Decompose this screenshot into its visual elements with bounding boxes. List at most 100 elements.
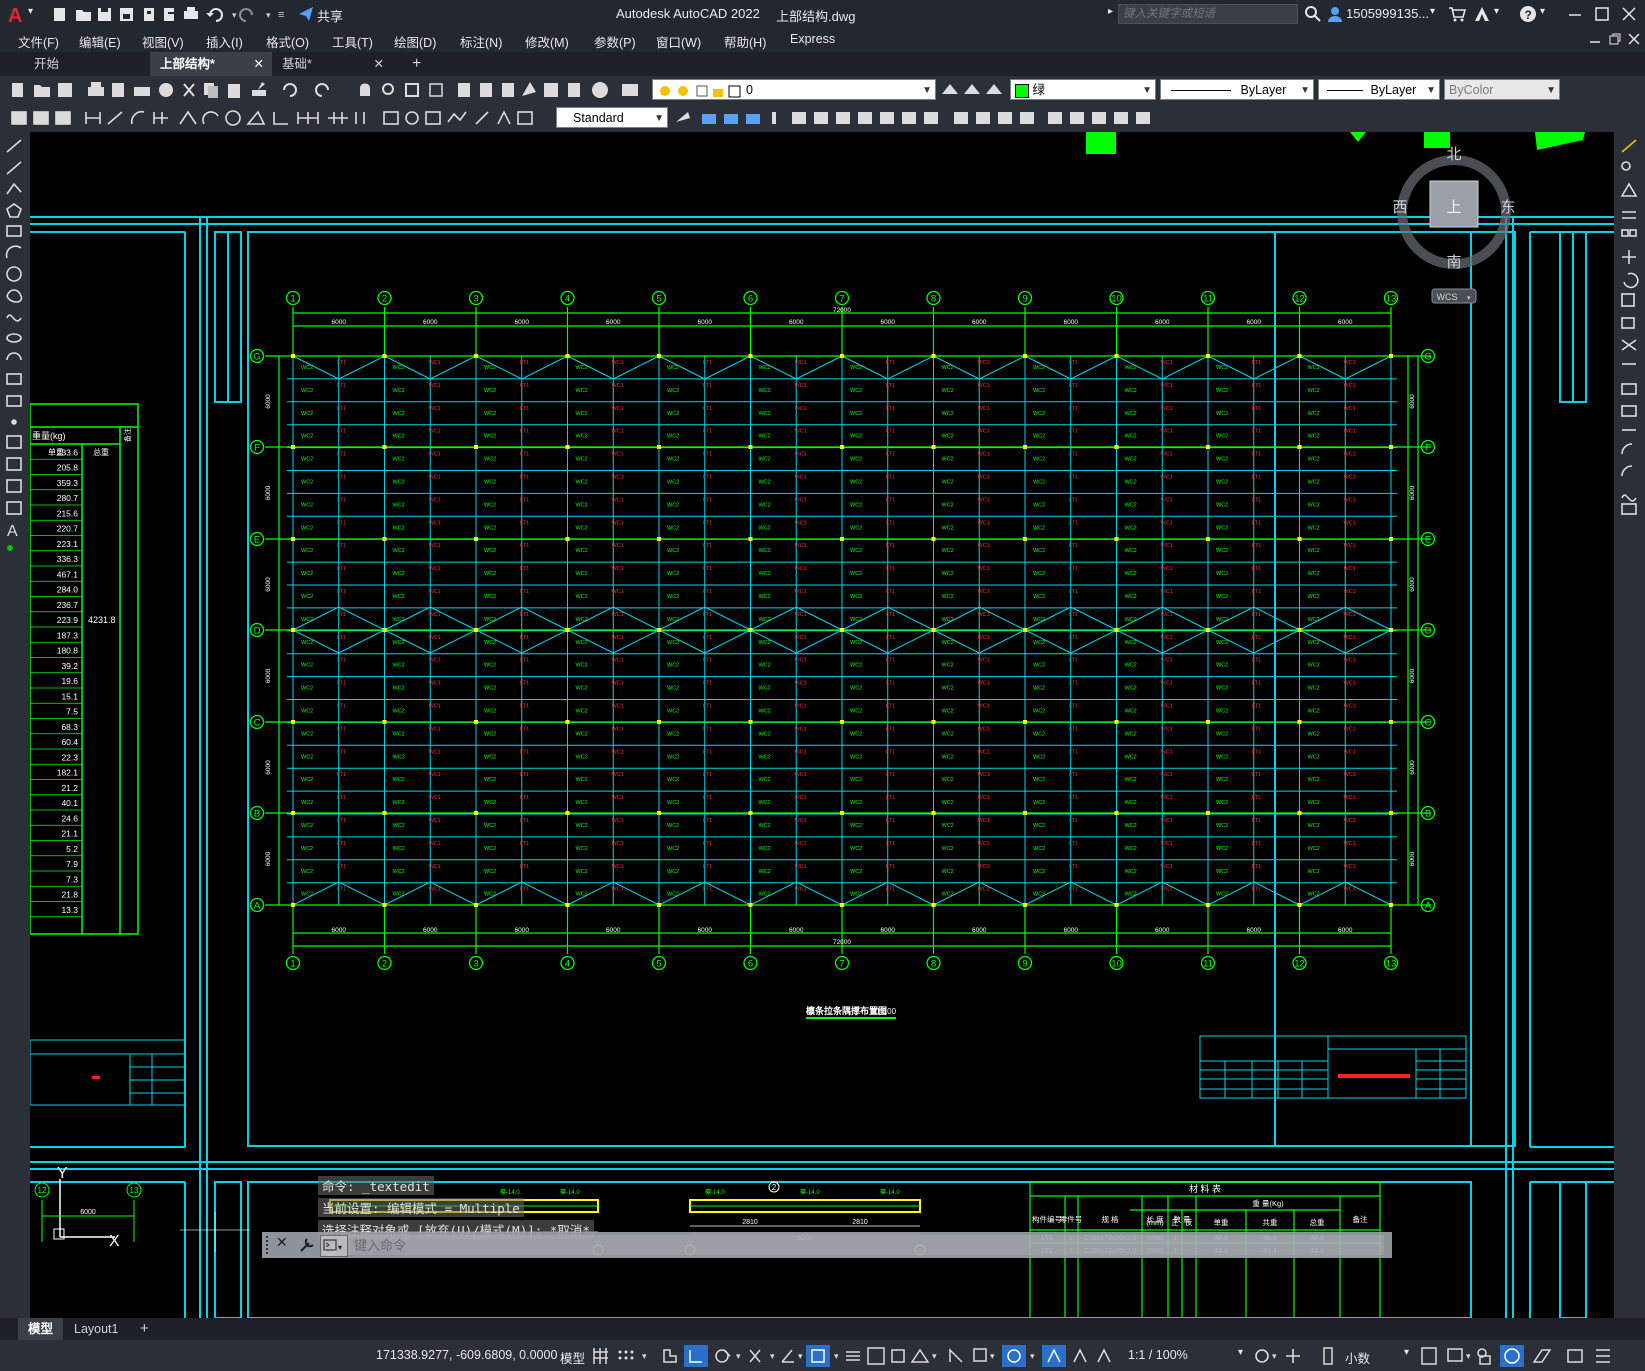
menu-view[interactable]: 视图(V) [142,32,184,51]
new-tab-plus-icon[interactable]: + [402,52,431,76]
annoscale-chevron-icon[interactable]: ▾ [1238,1347,1243,1358]
coordinates-readout[interactable]: 171338.9277, -609.6809, 0.0000 [376,1348,557,1362]
customize-icon[interactable] [298,1236,316,1259]
add-layout-plus-icon[interactable]: + [130,1318,159,1340]
svg-text:LT1: LT1 [520,383,529,389]
layer-dropdown[interactable]: 0 ▼ [652,79,936,100]
menu-file[interactable]: 文件(F) [18,32,59,51]
svg-text:WC2: WC2 [484,777,496,783]
svg-text:WC2: WC2 [1125,823,1137,829]
grip-icon[interactable] [266,1236,276,1254]
layer-tool-icons[interactable] [940,80,1010,100]
move-icon [792,112,806,124]
tab-upper-structure[interactable]: 上部结构* ✕ [150,52,272,76]
svg-text:WC2: WC2 [1125,457,1137,463]
workspace-icons[interactable]: ▾ [1250,1344,1320,1368]
text-style-dropdown[interactable]: Standard ▼ [556,107,668,128]
standard-toolbar-icons[interactable] [8,80,668,100]
menu-parametric[interactable]: 参数(P) [594,32,636,51]
share-label[interactable]: 共享 [317,6,343,25]
modify-toolbar-icons[interactable] [672,108,1192,128]
wcs-label[interactable]: WCS [1437,292,1458,302]
svg-text:LT1: LT1 [703,475,712,481]
menu-help[interactable]: 帮助(H) [724,32,766,51]
search-expand-icon[interactable]: ▸ [1108,6,1113,17]
help-chevron-icon[interactable]: ▾ [1540,6,1545,17]
draw-tool-icons[interactable]: A [4,138,26,558]
dimension-toolbar-icons[interactable] [8,108,568,128]
svg-text:WC1: WC1 [612,841,624,847]
svg-text:WC2: WC2 [1216,365,1228,371]
menu-insert[interactable]: 插入(I) [206,32,243,51]
doc-close-icon[interactable] [1627,32,1641,51]
help-icon[interactable]: ? [1518,4,1538,29]
svg-text:WC2: WC2 [576,548,588,554]
viewcube-south[interactable]: 南 [1446,254,1461,271]
command-close-icon[interactable]: ✕ [276,1234,288,1251]
menu-tools[interactable]: 工具(T) [332,32,373,51]
tab-close-icon[interactable]: ✕ [254,52,264,76]
dim-bay-bottom: 6000 [515,927,530,934]
cart-icon[interactable] [1448,5,1467,28]
annotation-scale-value[interactable]: 1:1 / 100% [1128,1348,1188,1362]
linetype-dropdown[interactable]: ByLayer ▼ [1160,79,1314,100]
tab-layout1[interactable]: Layout1 [64,1318,128,1340]
doc-minimize-icon[interactable] [1588,32,1602,51]
grid-label-row: E [1425,535,1431,546]
tab-model[interactable]: 模型 [18,1318,64,1340]
viewcube-top[interactable]: 上 [1446,199,1461,216]
menu-dimension[interactable]: 标注(N) [460,32,502,51]
units-value[interactable]: 小数 [1345,1348,1370,1367]
search-input[interactable] [1118,4,1298,24]
layer-properties-icon [622,84,638,96]
search-icon[interactable] [1304,5,1322,28]
close-icon[interactable] [1620,5,1638,28]
menu-express[interactable]: Express [790,32,835,46]
units-chevron-icon[interactable]: ▾ [1404,1347,1409,1358]
color-dropdown[interactable]: 绿 ▼ [1010,79,1156,100]
model-space-button[interactable]: 模型 [560,1348,585,1367]
svg-text:WC2: WC2 [484,823,496,829]
tab-foundation[interactable]: 基础* ✕ [272,52,392,76]
svg-text:LT1: LT1 [1252,772,1261,778]
tab-close-icon[interactable]: ✕ [374,52,384,76]
units-icon[interactable] [1320,1344,1340,1368]
viewcube-east[interactable]: 东 [1500,199,1515,216]
svg-text:▾: ▾ [1466,1351,1471,1361]
maximize-icon[interactable] [1593,5,1611,28]
drawing-canvas[interactable]: 重量(kg) 单重 总重 备注 233.6 205.8 359.3 280.7 215.… [30,132,1614,1318]
doc-restore-icon[interactable] [1608,32,1622,51]
svg-text:WC1: WC1 [795,772,807,778]
recent-commands-button[interactable]: ▾ [320,1235,348,1257]
user-icon[interactable] [1326,5,1344,28]
tab-start[interactable]: 开始 [24,52,150,76]
menu-draw[interactable]: 绘图(D) [394,32,436,51]
viewcube-west[interactable]: 西 [1392,199,1407,216]
svg-text:WC2: WC2 [1033,663,1045,669]
app-menu-chevron-icon[interactable]: ▾ [28,6,33,17]
calculator-icon [568,83,580,97]
menu-edit[interactable]: 编辑(E) [79,32,121,51]
menu-modify[interactable]: 修改(M) [525,32,569,51]
apps-chevron-icon[interactable]: ▾ [1494,6,1499,17]
menu-format[interactable]: 格式(O) [266,32,309,51]
svg-text:LT1: LT1 [520,475,529,481]
command-input[interactable] [348,1235,1384,1255]
user-name[interactable]: 1505999135... [1346,6,1429,21]
modify-tool-icons[interactable] [1619,138,1641,518]
menu-window[interactable]: 窗口(W) [656,32,701,51]
grid-label-row: A [254,901,261,912]
svg-text:LT1: LT1 [1069,429,1078,435]
lineweight-dropdown[interactable]: ByLayer ▼ [1318,79,1440,100]
user-chevron-icon[interactable]: ▾ [1430,6,1435,17]
status-right-icons[interactable]: ▾ [1418,1344,1643,1368]
plotstyle-dropdown[interactable]: ByColor ▼ [1444,79,1560,100]
autocad-logo-icon[interactable]: A [6,3,28,27]
drawing-svg[interactable]: 重量(kg) 单重 总重 备注 233.6205.8359.3280.7215.… [30,132,1614,1318]
svg-text:▾: ▾ [1030,1351,1035,1361]
dim-row-left: 6000 [265,485,272,500]
autodesk-app-icon[interactable] [1472,4,1492,29]
viewcube-north[interactable]: 北 [1446,146,1461,163]
minimize-icon[interactable] [1566,5,1584,28]
share-button[interactable] [297,5,315,28]
